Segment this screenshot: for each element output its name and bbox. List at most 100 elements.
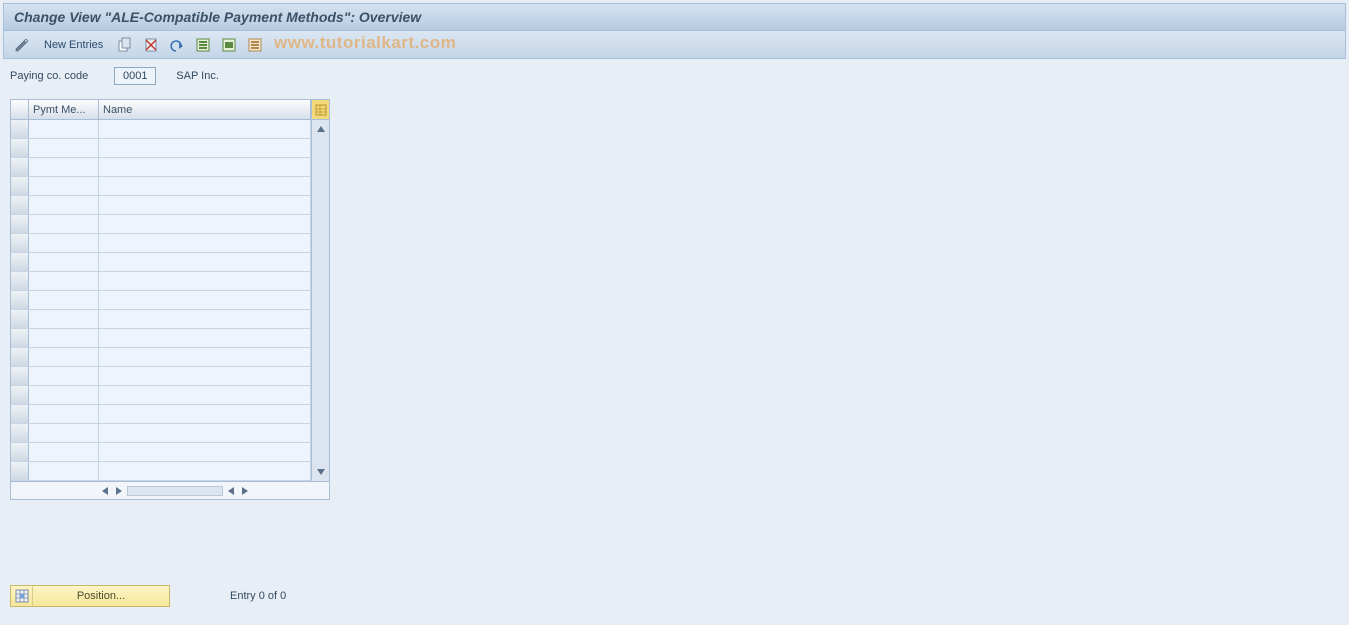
cell-name[interactable] — [99, 272, 311, 290]
cell-pymt-method[interactable] — [29, 367, 99, 385]
cell-pymt-method[interactable] — [29, 272, 99, 290]
row-selector[interactable] — [11, 348, 29, 366]
cell-name[interactable] — [99, 424, 311, 442]
table-row[interactable] — [11, 310, 311, 329]
cell-pymt-method[interactable] — [29, 462, 99, 480]
cell-pymt-method[interactable] — [29, 405, 99, 423]
cell-name[interactable] — [99, 367, 311, 385]
row-selector[interactable] — [11, 462, 29, 480]
table-row[interactable] — [11, 348, 311, 367]
table-row[interactable] — [11, 196, 311, 215]
cell-name[interactable] — [99, 348, 311, 366]
cell-name[interactable] — [99, 215, 311, 233]
table-row[interactable] — [11, 253, 311, 272]
copy-button[interactable] — [115, 35, 135, 55]
cell-pymt-method[interactable] — [29, 215, 99, 233]
hscroll-track[interactable] — [127, 486, 223, 496]
hscroll-right-1[interactable] — [113, 485, 125, 497]
delete-button[interactable] — [141, 35, 161, 55]
cell-name[interactable] — [99, 253, 311, 271]
table-config-icon — [315, 104, 327, 116]
row-selector[interactable] — [11, 329, 29, 347]
undo-button[interactable] — [167, 35, 187, 55]
cell-pymt-method[interactable] — [29, 424, 99, 442]
toggle-edit-button[interactable] — [12, 35, 32, 55]
row-selector[interactable] — [11, 310, 29, 328]
cell-name[interactable] — [99, 158, 311, 176]
scroll-down-button[interactable] — [314, 465, 328, 479]
grid-col-pymt-method[interactable]: Pymt Me... — [29, 100, 99, 119]
table-row[interactable] — [11, 272, 311, 291]
grid-configure-button[interactable] — [311, 100, 329, 119]
cell-pymt-method[interactable] — [29, 234, 99, 252]
cell-name[interactable] — [99, 177, 311, 195]
row-selector[interactable] — [11, 291, 29, 309]
cell-pymt-method[interactable] — [29, 196, 99, 214]
grid-select-all-header[interactable] — [11, 100, 29, 119]
cell-name[interactable] — [99, 443, 311, 461]
new-entries-button[interactable]: New Entries — [38, 35, 109, 55]
cell-pymt-method[interactable] — [29, 443, 99, 461]
hscroll-left-1[interactable] — [99, 485, 111, 497]
row-selector[interactable] — [11, 177, 29, 195]
hscroll-right-2[interactable] — [239, 485, 251, 497]
table-row[interactable] — [11, 158, 311, 177]
row-selector[interactable] — [11, 405, 29, 423]
table-row[interactable] — [11, 177, 311, 196]
row-selector[interactable] — [11, 424, 29, 442]
cell-pymt-method[interactable] — [29, 158, 99, 176]
cell-name[interactable] — [99, 405, 311, 423]
select-all-button[interactable] — [193, 35, 213, 55]
cell-pymt-method[interactable] — [29, 139, 99, 157]
table-row[interactable] — [11, 405, 311, 424]
cell-pymt-method[interactable] — [29, 120, 99, 138]
cell-pymt-method[interactable] — [29, 177, 99, 195]
cell-pymt-method[interactable] — [29, 386, 99, 404]
table-row[interactable] — [11, 462, 311, 481]
select-block-button[interactable] — [219, 35, 239, 55]
row-selector[interactable] — [11, 234, 29, 252]
table-row[interactable] — [11, 120, 311, 139]
cell-pymt-method[interactable] — [29, 329, 99, 347]
row-selector[interactable] — [11, 139, 29, 157]
cell-name[interactable] — [99, 234, 311, 252]
cell-name[interactable] — [99, 310, 311, 328]
grid-col-name[interactable]: Name — [99, 100, 311, 119]
scroll-up-button[interactable] — [314, 122, 328, 136]
deselect-all-button[interactable] — [245, 35, 265, 55]
cell-pymt-method[interactable] — [29, 310, 99, 328]
cell-name[interactable] — [99, 329, 311, 347]
cell-name[interactable] — [99, 462, 311, 480]
cell-pymt-method[interactable] — [29, 291, 99, 309]
table-row[interactable] — [11, 367, 311, 386]
entry-counter: Entry 0 of 0 — [230, 590, 286, 602]
row-selector[interactable] — [11, 253, 29, 271]
row-selector[interactable] — [11, 443, 29, 461]
row-selector[interactable] — [11, 215, 29, 233]
cell-name[interactable] — [99, 120, 311, 138]
cell-name[interactable] — [99, 386, 311, 404]
deselect-icon — [247, 37, 263, 53]
vertical-scrollbar[interactable] — [311, 120, 329, 481]
table-row[interactable] — [11, 329, 311, 348]
table-row[interactable] — [11, 139, 311, 158]
table-row[interactable] — [11, 291, 311, 310]
table-row[interactable] — [11, 215, 311, 234]
row-selector[interactable] — [11, 120, 29, 138]
position-button[interactable]: Position... — [10, 585, 170, 607]
row-selector[interactable] — [11, 386, 29, 404]
table-row[interactable] — [11, 424, 311, 443]
table-row[interactable] — [11, 443, 311, 462]
row-selector[interactable] — [11, 367, 29, 385]
cell-name[interactable] — [99, 139, 311, 157]
cell-pymt-method[interactable] — [29, 348, 99, 366]
row-selector[interactable] — [11, 196, 29, 214]
table-row[interactable] — [11, 234, 311, 253]
table-row[interactable] — [11, 386, 311, 405]
row-selector[interactable] — [11, 158, 29, 176]
cell-pymt-method[interactable] — [29, 253, 99, 271]
hscroll-left-2[interactable] — [225, 485, 237, 497]
cell-name[interactable] — [99, 196, 311, 214]
cell-name[interactable] — [99, 291, 311, 309]
row-selector[interactable] — [11, 272, 29, 290]
